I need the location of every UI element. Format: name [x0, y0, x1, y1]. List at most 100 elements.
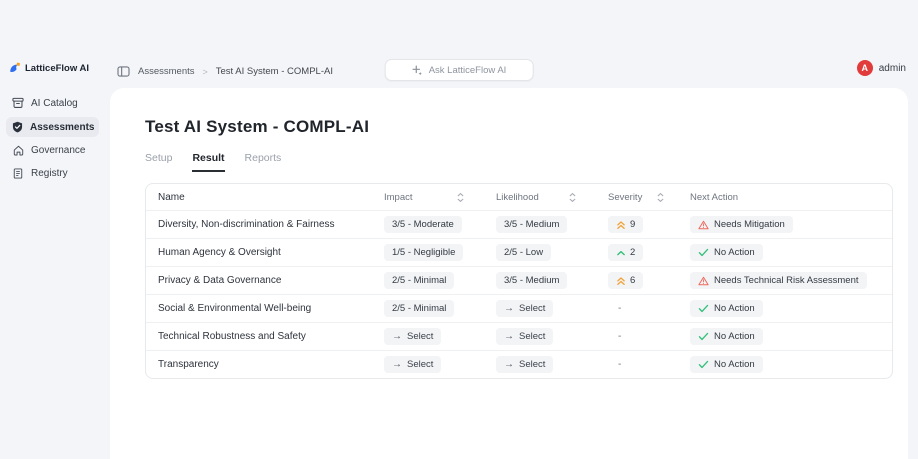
- ask-latticeflow-button[interactable]: Ask LatticeFlow AI: [384, 59, 534, 81]
- next-action-label: Needs Mitigation: [714, 219, 785, 230]
- sidebar-item-ai-catalog[interactable]: AI Catalog: [6, 93, 99, 113]
- likelihood-cell: 3/5 - Medium: [496, 272, 608, 289]
- sidebar-item-label: Assessments: [30, 121, 95, 133]
- sort-icon[interactable]: [657, 192, 664, 203]
- risk-name-cell: Privacy & Data Governance: [158, 275, 282, 286]
- next-action-label: No Action: [714, 359, 755, 370]
- column-header-likelihood[interactable]: Likelihood: [496, 192, 608, 203]
- sidebar-item-label: AI Catalog: [31, 97, 78, 109]
- sidebar-nav: AI Catalog Assessments Governance Regist…: [0, 93, 105, 183]
- likelihood-cell: 2/5 - Low: [496, 244, 608, 261]
- select-arrow-icon: →: [504, 358, 514, 370]
- next-action-badge: No Action: [690, 328, 763, 345]
- logo[interactable]: LatticeFlow AI: [0, 62, 105, 74]
- warning-triangle-icon: [698, 220, 709, 229]
- impact-cell: 3/5 - Moderate: [384, 216, 496, 233]
- sidebar-item-assessments[interactable]: Assessments: [6, 117, 99, 137]
- severity-empty: -: [618, 359, 622, 370]
- likelihood-value-pill[interactable]: 2/5 - Low: [496, 244, 552, 261]
- user-menu[interactable]: A admin: [856, 60, 906, 76]
- severity-cell: 2: [608, 244, 690, 261]
- select-arrow-icon: →: [504, 330, 514, 342]
- likelihood-value-pill[interactable]: 3/5 - Medium: [496, 272, 568, 289]
- column-header-label: Impact: [384, 191, 413, 203]
- impact-select-button[interactable]: → Select: [384, 328, 442, 345]
- sort-icon[interactable]: [569, 192, 576, 203]
- impact-select-button[interactable]: → Select: [384, 356, 442, 373]
- sparkle-plus-icon: [412, 65, 423, 76]
- column-header-severity[interactable]: Severity: [608, 192, 690, 203]
- sidebar-toggle-icon[interactable]: [117, 66, 130, 77]
- breadcrumb-item-assessments[interactable]: Assessments: [138, 66, 195, 77]
- severity-cell: -: [608, 359, 690, 370]
- table-row: Privacy & Data Governance 2/5 - Minimal 3/…: [146, 266, 892, 294]
- likelihood-select-label: Select: [519, 331, 546, 342]
- select-arrow-icon: →: [504, 302, 514, 314]
- table-row: Human Agency & Oversight 1/5 - Negligible…: [146, 238, 892, 266]
- tab-setup[interactable]: Setup: [145, 152, 172, 172]
- column-header-impact[interactable]: Impact: [384, 192, 496, 203]
- table-header-row: Name Impact Likelihood Severity Next Act…: [146, 184, 892, 210]
- next-action-cell: No Action: [690, 244, 892, 261]
- breadcrumb-separator: >: [202, 66, 208, 77]
- next-action-cell: Needs Mitigation: [690, 216, 892, 233]
- column-header-label: Likelihood: [496, 191, 539, 203]
- impact-value-pill[interactable]: 1/5 - Negligible: [384, 244, 464, 261]
- check-icon: [698, 248, 709, 257]
- sidebar-item-registry[interactable]: Registry: [6, 164, 99, 183]
- likelihood-cell: → Select: [496, 300, 608, 317]
- likelihood-cell: 3/5 - Medium: [496, 216, 608, 233]
- severity-value: 6: [630, 275, 636, 286]
- column-header-label: Severity: [608, 191, 643, 203]
- risk-name-cell: Transparency: [158, 359, 219, 370]
- risk-name-cell: Diversity, Non-discrimination & Fairness: [158, 219, 335, 230]
- next-action-badge: No Action: [690, 356, 763, 373]
- next-action-badge: Needs Technical Risk Assessment: [690, 272, 867, 289]
- risk-name-cell: Technical Robustness and Safety: [158, 331, 306, 342]
- next-action-cell: No Action: [690, 356, 892, 373]
- likelihood-select-button[interactable]: → Select: [496, 356, 554, 373]
- breadcrumb-item-current: Test AI System - COMPL-AI: [215, 66, 333, 77]
- severity-double-chevron-up-icon: [617, 276, 625, 285]
- sort-icon[interactable]: [457, 192, 464, 203]
- tab-result[interactable]: Result: [192, 152, 225, 172]
- impact-value-pill[interactable]: 2/5 - Minimal: [384, 300, 455, 317]
- table-row: Diversity, Non-discrimination & Fairness…: [146, 210, 892, 238]
- next-action-badge: Needs Mitigation: [690, 216, 793, 233]
- assessments-shield-icon: [12, 121, 23, 133]
- check-icon: [698, 360, 709, 369]
- sidebar-item-label: Governance: [31, 145, 86, 156]
- severity-double-chevron-up-icon: [617, 220, 625, 229]
- likelihood-select-label: Select: [519, 359, 546, 370]
- severity-cell: -: [608, 331, 690, 342]
- impact-value-pill[interactable]: 3/5 - Moderate: [384, 216, 462, 233]
- main-panel: Test AI System - COMPL-AI Setup Result R…: [110, 88, 908, 459]
- likelihood-value-pill[interactable]: 3/5 - Medium: [496, 216, 568, 233]
- sidebar: LatticeFlow AI AI Catalog Assessments Go…: [0, 0, 105, 459]
- next-action-label: No Action: [714, 331, 755, 342]
- breadcrumb: Assessments > Test AI System - COMPL-AI: [105, 66, 333, 77]
- severity-badge: 2: [608, 244, 644, 261]
- impact-select-label: Select: [407, 331, 434, 342]
- severity-badge: 9: [608, 216, 644, 233]
- sidebar-item-governance[interactable]: Governance: [6, 141, 99, 160]
- impact-value-pill[interactable]: 2/5 - Minimal: [384, 272, 455, 289]
- severity-cell: 6: [608, 272, 690, 289]
- likelihood-cell: → Select: [496, 328, 608, 345]
- risk-table: Name Impact Likelihood Severity Next Act…: [145, 183, 893, 379]
- likelihood-select-button[interactable]: → Select: [496, 300, 554, 317]
- latticeflow-logo-icon: [9, 62, 21, 74]
- severity-chevron-up-icon: [617, 250, 625, 255]
- next-action-label: Needs Technical Risk Assessment: [714, 275, 859, 286]
- select-arrow-icon: →: [392, 358, 402, 370]
- severity-empty: -: [618, 331, 622, 342]
- risk-name-cell: Social & Environmental Well-being: [158, 303, 312, 314]
- table-row: Social & Environmental Well-being 2/5 - M…: [146, 294, 892, 322]
- impact-cell: 2/5 - Minimal: [384, 272, 496, 289]
- likelihood-select-button[interactable]: → Select: [496, 328, 554, 345]
- tab-reports[interactable]: Reports: [245, 152, 282, 172]
- next-action-badge: No Action: [690, 300, 763, 317]
- severity-cell: -: [608, 303, 690, 314]
- impact-select-label: Select: [407, 359, 434, 370]
- next-action-cell: No Action: [690, 328, 892, 345]
